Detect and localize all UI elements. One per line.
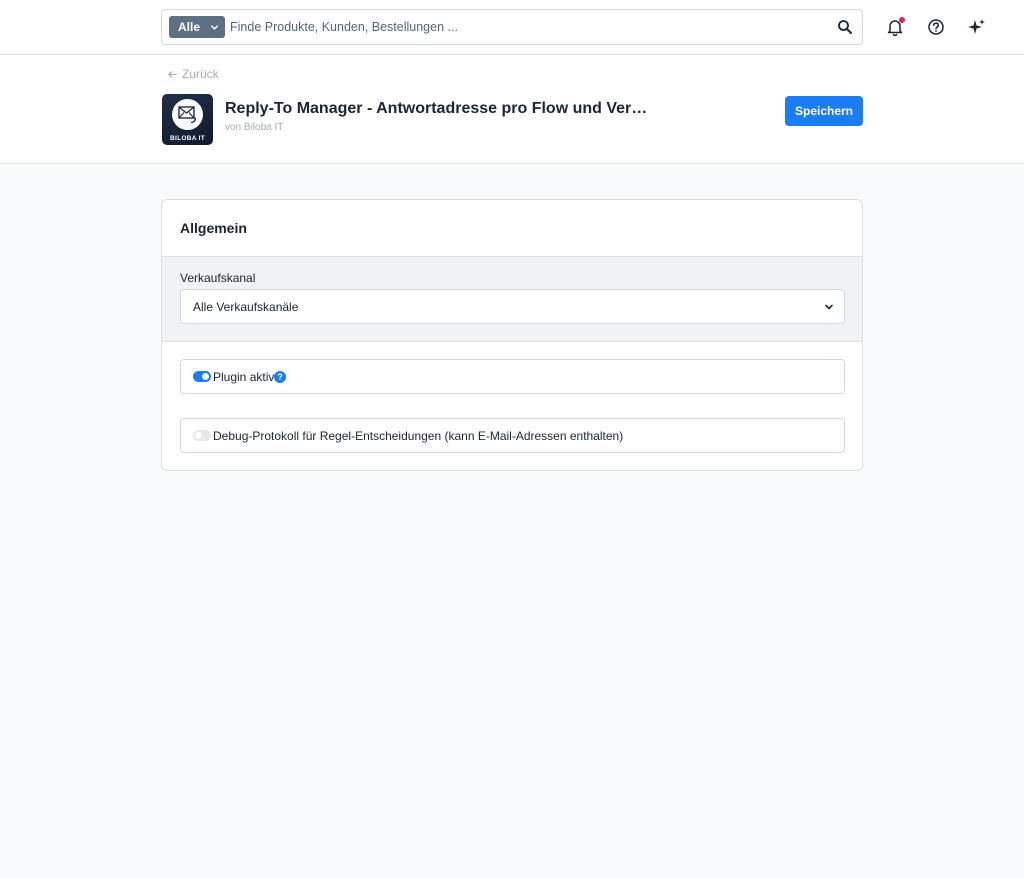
help-icon[interactable]: ? <box>274 371 286 383</box>
global-search: Alle <box>161 9 863 45</box>
help-circle-icon[interactable] <box>925 16 947 38</box>
search-input[interactable] <box>230 14 820 40</box>
top-bar: Alle <box>0 0 1024 55</box>
save-button[interactable]: Speichern <box>785 96 863 126</box>
page-header: Zurück BILOBA IT Reply-To Manager - Antw… <box>0 55 1024 164</box>
back-link[interactable]: Zurück <box>167 67 219 81</box>
plugin-logo-text: BILOBA IT <box>170 135 205 142</box>
settings-card: Allgemein Verkaufskanal Alle Verkaufskan… <box>161 199 863 471</box>
notification-badge <box>899 17 905 23</box>
debug-log-label: Debug-Protokoll für Regel-Entscheidungen… <box>213 429 624 443</box>
mail-reply-icon <box>178 106 197 123</box>
back-label: Zurück <box>182 67 219 81</box>
sales-channel-select[interactable]: Alle Verkaufskanäle <box>180 289 845 324</box>
plugin-active-field: Plugin aktiv ? <box>180 359 845 394</box>
search-icon[interactable] <box>837 19 853 35</box>
plugin-logo-circle <box>172 99 203 130</box>
sparkles-icon[interactable] <box>966 16 988 38</box>
plugin-vendor: von Biloba IT <box>225 122 284 133</box>
arrow-left-icon <box>168 70 177 78</box>
search-type-dropdown[interactable]: Alle <box>169 16 225 38</box>
plugin-logo: BILOBA IT <box>162 94 213 145</box>
plugin-active-toggle[interactable] <box>193 371 211 382</box>
sales-channel-section: Verkaufskanal Alle Verkaufskanäle <box>162 256 862 342</box>
search-type-label: Alle <box>178 20 201 34</box>
chevron-down-icon <box>825 304 833 310</box>
sales-channel-label: Verkaufskanal <box>180 271 256 285</box>
sales-channel-value: Alle Verkaufskanäle <box>193 300 299 314</box>
plugin-active-label: Plugin aktiv <box>213 370 275 384</box>
card-title: Allgemein <box>180 220 247 236</box>
page-title: Reply-To Manager - Antwortadresse pro Fl… <box>225 100 655 117</box>
chevron-down-icon <box>211 24 218 30</box>
debug-log-field: Debug-Protokoll für Regel-Entscheidungen… <box>180 418 845 453</box>
debug-log-toggle[interactable] <box>193 430 211 441</box>
